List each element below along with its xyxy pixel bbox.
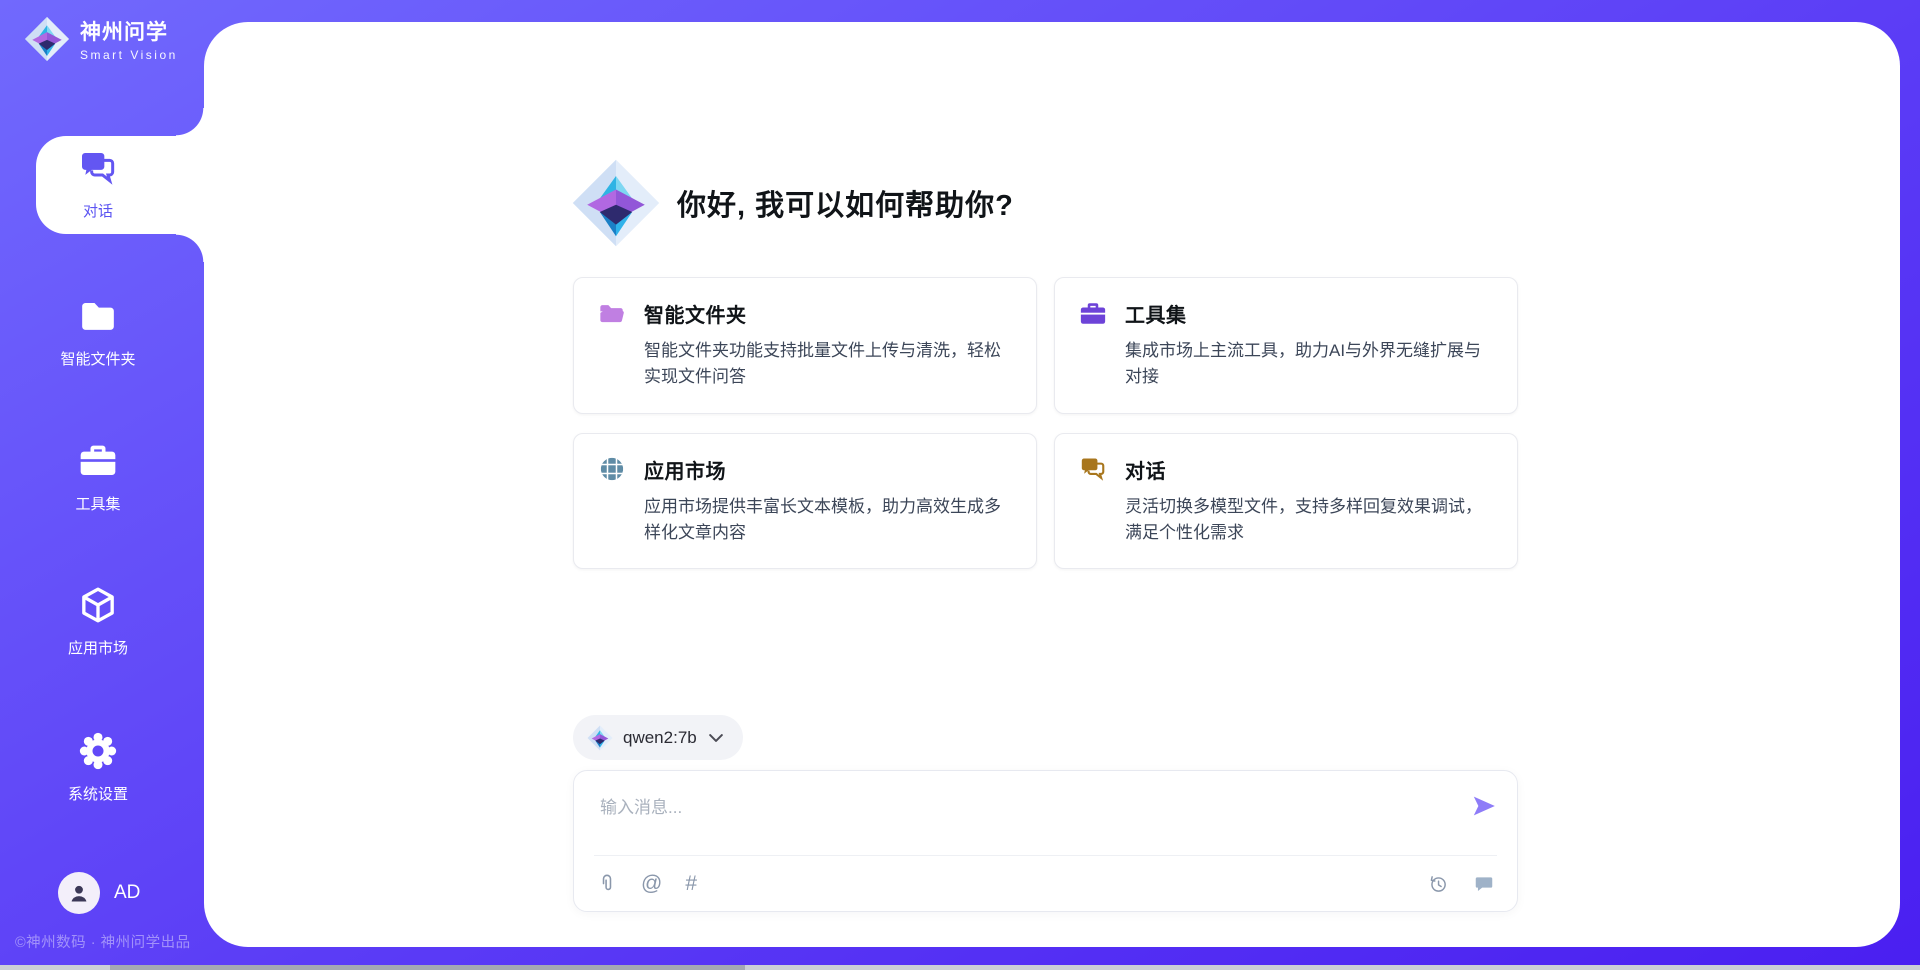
card-chat[interactable]: 对话 灵活切换多模型文件，支持多样回复效果调试，满足个性化需求: [1054, 433, 1518, 570]
sidebar-item-label: 应用市场: [0, 637, 196, 658]
brand-subtitle: Smart Vision: [80, 48, 178, 62]
tab-curve-top: [176, 108, 204, 136]
card-toolset[interactable]: 工具集 集成市场上主流工具，助力AI与外界无缝扩展与对接: [1054, 277, 1518, 414]
sidebar-item-chat[interactable]: 对话: [0, 148, 196, 221]
card-app-market[interactable]: 应用市场 应用市场提供丰富长文本模板，助力高效生成多样化文章内容: [573, 433, 1037, 570]
model-name: qwen2:7b: [623, 728, 697, 748]
card-description: 应用市场提供丰富长文本模板，助力高效生成多样化文章内容: [644, 494, 1012, 547]
toolbox-icon: [78, 441, 118, 481]
chat-icon: [78, 148, 118, 188]
card-smart-folder[interactable]: 智能文件夹 智能文件夹功能支持批量文件上传与清洗，轻松实现文件问答: [573, 277, 1037, 414]
user-initials: AD: [114, 882, 140, 904]
cube-icon: [78, 585, 118, 625]
card-title: 智能文件夹: [644, 299, 747, 328]
horizontal-scrollbar[interactable]: [0, 965, 1920, 970]
brand-name: 神州问学: [80, 16, 178, 46]
model-selector[interactable]: qwen2:7b: [573, 715, 743, 760]
toolbox-icon: [1079, 300, 1107, 328]
card-title: 应用市场: [644, 455, 726, 484]
card-description: 灵活切换多模型文件，支持多样回复效果调试，满足个性化需求: [1125, 494, 1493, 547]
sidebar-item-toolset[interactable]: 工具集: [0, 441, 196, 514]
hash-icon[interactable]: #: [685, 873, 697, 894]
brand-logo-block: 神州问学 Smart Vision: [24, 16, 178, 62]
feature-cards-grid: 智能文件夹 智能文件夹功能支持批量文件上传与清洗，轻松实现文件问答 工具集 集成…: [573, 277, 1518, 569]
message-composer: @ #: [573, 770, 1518, 912]
globe-grid-icon: [598, 455, 626, 483]
sidebar-item-label: 工具集: [0, 493, 196, 514]
sidebar-item-label: 对话: [0, 200, 196, 221]
composer-toolbar: @ #: [574, 856, 1517, 911]
at-icon[interactable]: @: [641, 873, 662, 894]
sidebar-item-settings[interactable]: 系统设置: [0, 731, 196, 804]
sidebar-item-label: 系统设置: [0, 783, 196, 804]
chevron-down-icon: [709, 733, 723, 743]
tab-curve-bottom: [176, 234, 204, 262]
user-profile[interactable]: AD: [58, 872, 140, 914]
card-title: 对话: [1125, 455, 1166, 484]
folder-open-icon: [598, 300, 626, 328]
scrollbar-thumb[interactable]: [110, 965, 745, 970]
greeting-diamond-icon: [571, 158, 661, 248]
send-icon[interactable]: [1471, 793, 1497, 819]
sidebar-item-app-market[interactable]: 应用市场: [0, 585, 196, 658]
copyright-footer: ©神州数码 · 神州问学出品: [15, 931, 191, 952]
greeting-text: 你好, 我可以如何帮助你?: [677, 182, 1014, 224]
card-description: 智能文件夹功能支持批量文件上传与清洗，轻松实现文件问答: [644, 338, 1012, 391]
card-description: 集成市场上主流工具，助力AI与外界无缝扩展与对接: [1125, 338, 1493, 391]
person-icon: [66, 880, 92, 906]
chat-bubble-icon[interactable]: [1473, 873, 1495, 895]
brand-diamond-icon: [24, 16, 70, 62]
model-diamond-icon: [587, 725, 613, 751]
sidebar-item-smart-folder[interactable]: 智能文件夹: [0, 296, 196, 369]
message-input[interactable]: [574, 771, 1517, 843]
sidebar-item-label: 智能文件夹: [0, 348, 196, 369]
history-icon[interactable]: [1427, 873, 1449, 895]
greeting-block: 你好, 我可以如何帮助你?: [571, 158, 1014, 248]
avatar[interactable]: [58, 872, 100, 914]
folder-icon: [78, 296, 118, 336]
app-window: 神州问学 Smart Vision 对话 智能文件夹 工具集: [0, 0, 1920, 970]
attachment-icon[interactable]: [596, 873, 618, 895]
card-title: 工具集: [1125, 299, 1187, 328]
chat-bubbles-icon: [1079, 455, 1107, 483]
gear-icon: [78, 731, 118, 771]
